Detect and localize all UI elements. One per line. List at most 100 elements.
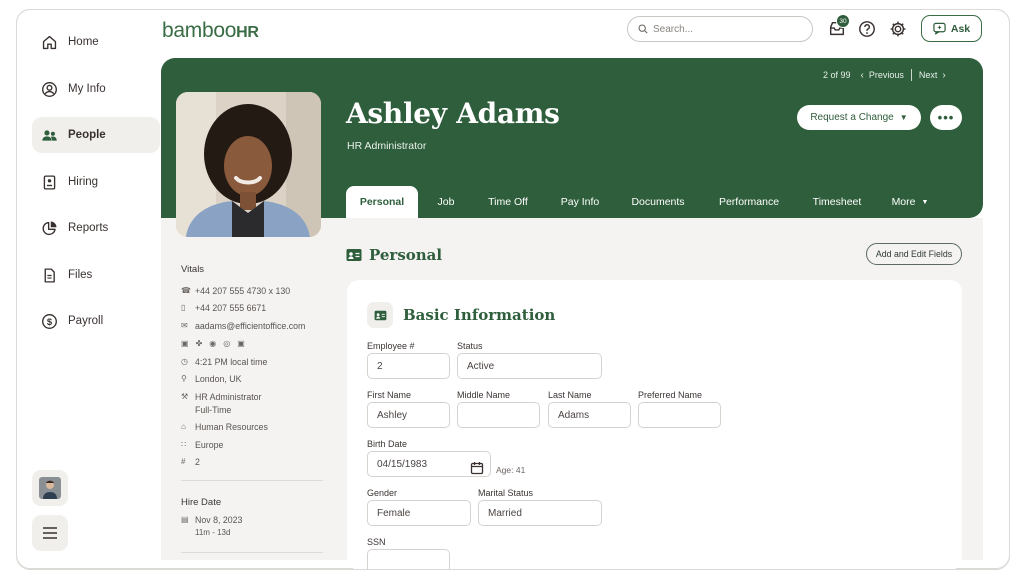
social-links: ▣ ✤ ◉ ◎ ▣ <box>181 339 245 348</box>
bamboohr-logo[interactable]: bambooHR <box>162 19 259 43</box>
logo-text: bamboo <box>162 19 237 42</box>
last-name-label: Last Name <box>548 390 592 400</box>
phone-icon: ☎ <box>181 286 191 295</box>
mobile-phone-row: ▯ +44 207 555 6671 <box>181 303 266 313</box>
first-name-label: First Name <box>367 390 412 400</box>
status-label: Status <box>457 341 483 351</box>
basic-information-title: Basic Information <box>367 302 555 328</box>
calendar-icon[interactable] <box>470 461 484 475</box>
ask-button[interactable]: Ask <box>921 15 982 42</box>
hire-date: Nov 8, 2023 <box>195 515 243 525</box>
menu-button[interactable] <box>32 515 68 551</box>
instagram-icon[interactable]: ▣ <box>237 339 245 348</box>
chevron-right-icon[interactable]: › <box>942 70 945 81</box>
first-name-field[interactable]: Ashley <box>367 402 450 428</box>
wrench-icon: ⚒ <box>181 392 189 401</box>
pager-next-link[interactable]: Next <box>919 70 938 80</box>
avatar <box>39 477 61 499</box>
tab-pay-info[interactable]: Pay Info <box>552 186 608 218</box>
tenure: 11m - 13d <box>195 528 231 537</box>
tab-job[interactable]: Job <box>428 186 464 218</box>
linkedin-icon[interactable]: ▣ <box>181 339 189 348</box>
pager-previous-link[interactable]: Previous <box>869 70 904 80</box>
marital-status-label: Marital Status <box>478 488 534 498</box>
ssn-field[interactable] <box>367 549 450 569</box>
mobile-phone[interactable]: +44 207 555 6671 <box>195 303 266 313</box>
work-phone-row: ☎ +44 207 555 4730 x 130 <box>181 286 290 296</box>
tab-performance[interactable]: Performance <box>708 186 790 218</box>
marital-status-select[interactable]: Married <box>478 500 602 526</box>
sidebar-item-label: Home <box>68 36 99 48</box>
work-phone[interactable]: +44 207 555 4730 x 130 <box>195 286 290 296</box>
employee-number-field[interactable]: 2 <box>367 353 450 379</box>
tab-documents[interactable]: Documents <box>622 186 694 218</box>
sidebar-item-label: Reports <box>68 222 109 234</box>
inbox-badge: 30 <box>836 14 850 28</box>
people-icon <box>40 126 58 144</box>
card-title-label: Basic Information <box>403 306 556 324</box>
employee-number-label: Employee # <box>367 341 415 351</box>
sidebar-item-home[interactable]: Home <box>32 24 160 60</box>
clock-icon: ◷ <box>181 357 188 366</box>
facebook-icon[interactable]: ◉ <box>209 339 216 348</box>
sidebar-item-reports[interactable]: Reports <box>32 210 160 246</box>
email[interactable]: aadams@efficientoffice.com <box>195 321 305 331</box>
tab-personal[interactable]: Personal <box>346 186 418 218</box>
more-actions-button[interactable]: ••• <box>930 105 962 130</box>
sidebar-item-label: My Info <box>68 83 106 95</box>
preferred-name-field[interactable] <box>638 402 721 428</box>
chevron-left-icon[interactable]: ‹ <box>861 70 864 81</box>
last-name-field[interactable]: Adams <box>548 402 631 428</box>
job-row: ⚒ HR Administrator Full-Time <box>181 392 261 419</box>
request-change-label: Request a Change <box>810 112 894 123</box>
bottom-clip <box>0 569 1024 579</box>
gender-select[interactable]: Female <box>367 500 471 526</box>
tab-more[interactable]: More ▼ <box>884 186 936 218</box>
department: Human Resources <box>195 422 268 432</box>
sidebar-item-files[interactable]: Files <box>32 257 160 293</box>
id-badge-icon <box>40 173 58 191</box>
add-edit-fields-button[interactable]: Add and Edit Fields <box>866 243 962 265</box>
dollar-circle-icon: $ <box>40 312 58 330</box>
user-avatar-button[interactable] <box>32 470 68 506</box>
middle-name-label: Middle Name <box>457 390 511 400</box>
home-icon <box>40 33 58 51</box>
division-row: ∷ Europe <box>181 440 223 450</box>
search-input[interactable]: Search... <box>627 16 813 42</box>
sidebar-item-hiring[interactable]: Hiring <box>32 164 160 200</box>
ssn-label: SSN <box>367 537 386 547</box>
search-placeholder: Search... <box>653 23 694 35</box>
caret-down-icon: ▼ <box>899 113 908 122</box>
employment-type: Full-Time <box>195 405 232 415</box>
tab-timesheet[interactable]: Timesheet <box>804 186 870 218</box>
birth-date-label: Birth Date <box>367 439 408 449</box>
sidebar-item-payroll[interactable]: $ Payroll <box>32 303 160 339</box>
twitter-icon[interactable]: ✤ <box>196 339 203 348</box>
age-text: Age: 41 <box>496 465 526 475</box>
pinterest-icon[interactable]: ◎ <box>223 339 230 348</box>
id-card-icon <box>367 302 393 328</box>
tab-time-off[interactable]: Time Off <box>478 186 538 218</box>
svg-text:$: $ <box>46 316 52 326</box>
status-field[interactable]: Active <box>457 353 602 379</box>
employee-number: 2 <box>195 457 200 467</box>
location: London, UK <box>195 374 242 384</box>
help-icon <box>859 21 875 37</box>
middle-name-field[interactable] <box>457 402 540 428</box>
sidebar-item-label: Files <box>68 269 93 281</box>
ask-label: Ask <box>950 22 971 35</box>
caret-down-icon: ▼ <box>921 198 929 206</box>
sidebar-item-my-info[interactable]: My Info <box>32 71 160 107</box>
personal-section-title: Personal <box>346 246 442 264</box>
gender-label: Gender <box>367 488 398 498</box>
pager-position: 2 of 99 <box>823 70 851 80</box>
settings-button[interactable] <box>887 18 909 40</box>
sidebar-item-people[interactable]: People <box>32 117 160 153</box>
employee-number-row: #2 <box>181 457 200 467</box>
sidebar-item-label: Hiring <box>68 176 99 188</box>
help-button[interactable] <box>856 18 878 40</box>
request-change-button[interactable]: Request a Change ▼ <box>797 105 921 130</box>
email-row: ✉ aadams@efficientoffice.com <box>181 321 305 331</box>
search-icon <box>638 24 648 34</box>
profile-pager: 2 of 99 ‹ Previous Next › <box>823 69 951 81</box>
